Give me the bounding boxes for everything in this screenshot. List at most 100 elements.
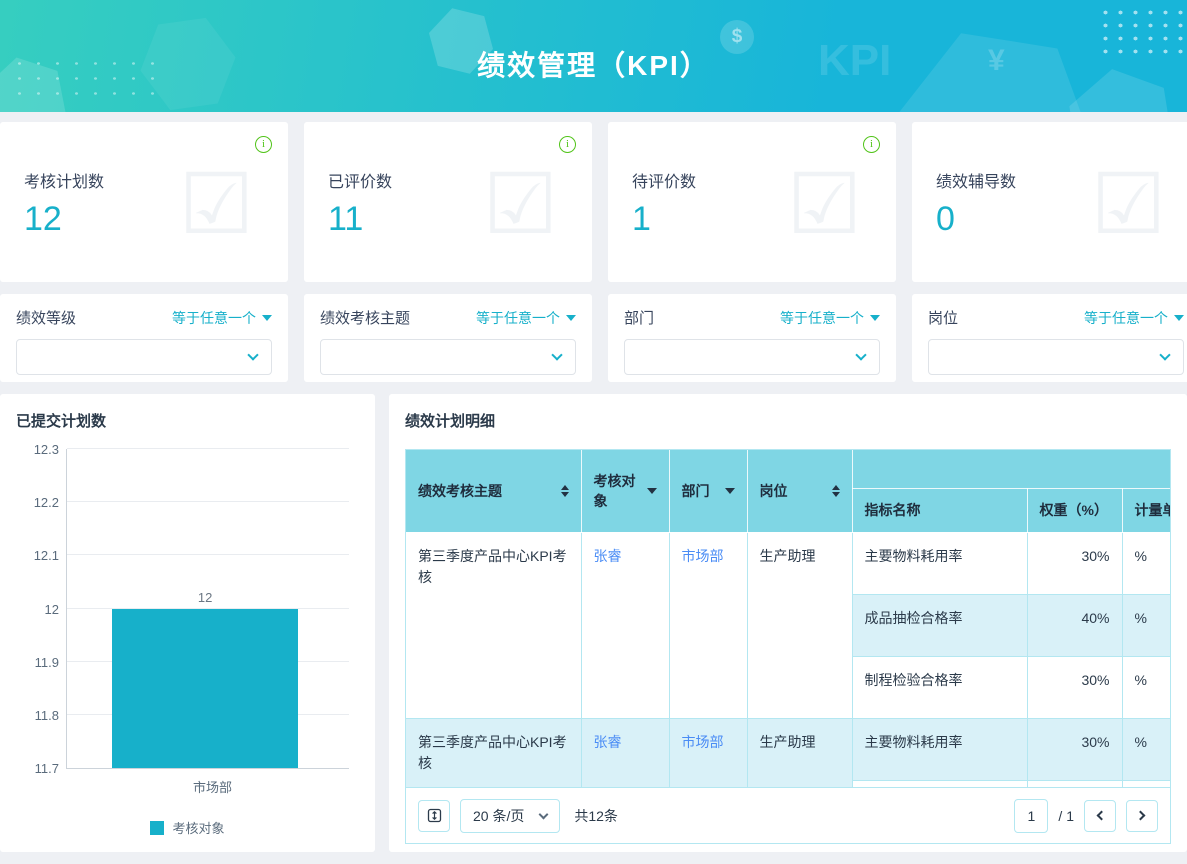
col-header-topic[interactable]: 绩效考核主题 — [406, 450, 582, 533]
stat-card-0: i ☑ 考核计划数 12 — [0, 122, 288, 282]
filter-value-select[interactable] — [624, 339, 880, 375]
filter-value-select[interactable] — [320, 339, 576, 375]
stat-cards-row: i ☑ 考核计划数 12 i ☑ 已评价数 11 i ☑ 待评价数 1 ☑ 绩效… — [0, 122, 1187, 282]
filter-panel-1: 绩效考核主题 等于任意一个 — [304, 294, 592, 382]
cell-unit: % — [1122, 656, 1170, 719]
row-density-icon — [427, 808, 441, 823]
y-tick-label: 12 — [44, 601, 59, 617]
clipboard-check-watermark-icon: ☑ — [1090, 157, 1166, 251]
page-size-select[interactable]: 20 条/页 — [460, 798, 561, 833]
y-tick-label: 11.9 — [34, 654, 59, 670]
table-title: 绩效计划明细 — [405, 413, 496, 430]
info-icon[interactable]: i — [559, 136, 576, 153]
cell-weight: 30% — [1027, 532, 1123, 595]
table-wrapper: 绩效考核主题考核对象部门岗位指标名称权重（%）计量单位第三季度产品中心KPI考核… — [405, 449, 1171, 844]
triangle-down-icon — [1174, 314, 1184, 321]
total-count-label: 共12条 — [574, 807, 618, 824]
page-total-label: / 1 — [1058, 807, 1074, 824]
filter-triangle-icon[interactable] — [724, 487, 735, 494]
filter-label: 岗位 — [928, 310, 959, 327]
filter-triangle-icon[interactable] — [646, 487, 657, 494]
gridline — [67, 554, 349, 556]
prev-page-button[interactable] — [1084, 799, 1116, 832]
cell-dept: 市场部 — [669, 532, 748, 719]
chart-legend[interactable]: 考核对象 — [16, 818, 359, 837]
chevron-left-icon — [1096, 810, 1107, 821]
table-scroll-area[interactable]: 绩效考核主题考核对象部门岗位指标名称权重（%）计量单位第三季度产品中心KPI考核… — [406, 450, 1170, 787]
pagination-left: 20 条/页 共12条 — [418, 798, 618, 833]
cell-dept: 市场部 — [669, 718, 748, 787]
cell-post: 生产助理 — [747, 718, 853, 787]
stat-card-3: ☑ 绩效辅导数 0 — [912, 122, 1187, 282]
filter-label: 绩效等级 — [16, 310, 77, 327]
sort-icon[interactable] — [831, 484, 840, 497]
table-row: 第三季度产品中心KPI考核 张睿 市场部 生产助理 主要物料耗用率 30%% — [406, 718, 1170, 787]
gridline — [67, 501, 349, 503]
plan-detail-table: 绩效考核主题考核对象部门岗位指标名称权重（%）计量单位第三季度产品中心KPI考核… — [406, 450, 1170, 787]
filter-operator-link[interactable]: 等于任意一个 — [172, 308, 272, 328]
stat-card-1: i ☑ 已评价数 11 — [304, 122, 592, 282]
cell-person: 张睿 — [581, 532, 670, 719]
filter-value-select[interactable] — [16, 339, 272, 375]
cell-indicator-name: 主要物料耗用率 — [852, 718, 1028, 781]
person-link[interactable]: 张睿 — [594, 734, 622, 750]
table-row: 第三季度产品中心KPI考核 张睿 市场部 生产助理 主要物料耗用率 30%% — [406, 532, 1170, 719]
x-axis-category-label: 市场部 — [192, 780, 232, 795]
main-content: 已提交计划数 11.7 11.8 11.9 12 12.1 12.2 12.3 12 市场部… — [0, 394, 1187, 852]
col-header-weight[interactable]: 权重（%） — [1027, 488, 1123, 533]
chevron-down-icon — [247, 349, 259, 361]
info-icon[interactable]: i — [255, 136, 272, 153]
y-tick-label: 11.7 — [34, 761, 59, 776]
sort-icon[interactable] — [560, 484, 569, 497]
legend-label: 考核对象 — [172, 821, 225, 836]
triangle-down-icon — [566, 314, 576, 321]
triangle-down-icon — [870, 314, 880, 321]
cell-topic: 第三季度产品中心KPI考核 — [406, 718, 582, 787]
cell-unit: % — [1122, 780, 1170, 787]
bar-value-label: 12 — [197, 589, 213, 605]
dept-link[interactable]: 市场部 — [682, 548, 724, 564]
cell-indicator-name: 制程检验合格率 — [852, 656, 1028, 719]
col-header-name[interactable]: 指标名称 — [852, 488, 1028, 533]
legend-swatch — [150, 820, 165, 835]
cell-indicator-name: 成品抽检合格率 — [852, 780, 1028, 787]
cell-person: 张睿 — [581, 718, 670, 787]
chevron-down-icon — [551, 349, 563, 361]
col-header-unit[interactable]: 计量单位 — [1122, 488, 1170, 533]
col-header-dept[interactable]: 部门 — [669, 450, 748, 533]
col-header-post[interactable]: 岗位 — [747, 450, 853, 533]
col-header-person[interactable]: 考核对象 — [581, 450, 670, 533]
y-tick-label: 12.3 — [33, 442, 59, 457]
bar-marketing-dept[interactable] — [112, 608, 299, 768]
pagination-right: 1 / 1 — [1014, 798, 1158, 833]
cell-weight: 30% — [1027, 656, 1123, 719]
page-banner: KPI ¥ $ 绩效管理（KPI） — [0, 0, 1187, 112]
filter-panel-0: 绩效等级 等于任意一个 — [0, 294, 288, 382]
info-icon[interactable]: i — [863, 136, 880, 153]
filter-label: 部门 — [624, 310, 655, 327]
next-page-button[interactable] — [1126, 799, 1158, 832]
clipboard-check-watermark-icon: ☑ — [178, 157, 254, 251]
cell-indicator-name: 主要物料耗用率 — [852, 532, 1028, 595]
page-number-input[interactable]: 1 — [1014, 798, 1049, 833]
chevron-down-icon — [855, 349, 867, 361]
filter-value-select[interactable] — [928, 339, 1184, 375]
filter-operator-link[interactable]: 等于任意一个 — [780, 308, 880, 328]
filter-operator-link[interactable]: 等于任意一个 — [476, 308, 576, 328]
chevron-down-icon — [1159, 349, 1171, 361]
stat-card-2: i ☑ 待评价数 1 — [608, 122, 896, 282]
dept-link[interactable]: 市场部 — [682, 734, 724, 750]
y-tick-label: 12.2 — [33, 495, 59, 511]
y-tick-label: 11.8 — [34, 707, 59, 723]
row-density-button[interactable] — [418, 799, 450, 832]
bar-chart: 11.7 11.8 11.9 12 12.1 12.2 12.3 12 — [16, 442, 359, 776]
cell-weight: 40% — [1027, 780, 1123, 787]
cell-indicator-name: 成品抽检合格率 — [852, 594, 1028, 657]
triangle-down-icon — [262, 314, 272, 321]
chevron-down-icon — [538, 809, 549, 819]
person-link[interactable]: 张睿 — [594, 548, 622, 564]
filter-operator-link[interactable]: 等于任意一个 — [1084, 308, 1184, 328]
filter-panel-2: 部门 等于任意一个 — [608, 294, 896, 382]
indicator-group-header — [852, 450, 1170, 489]
bar-chart-plot: 11.7 11.8 11.9 12 12.1 12.2 12.3 12 — [34, 442, 349, 776]
